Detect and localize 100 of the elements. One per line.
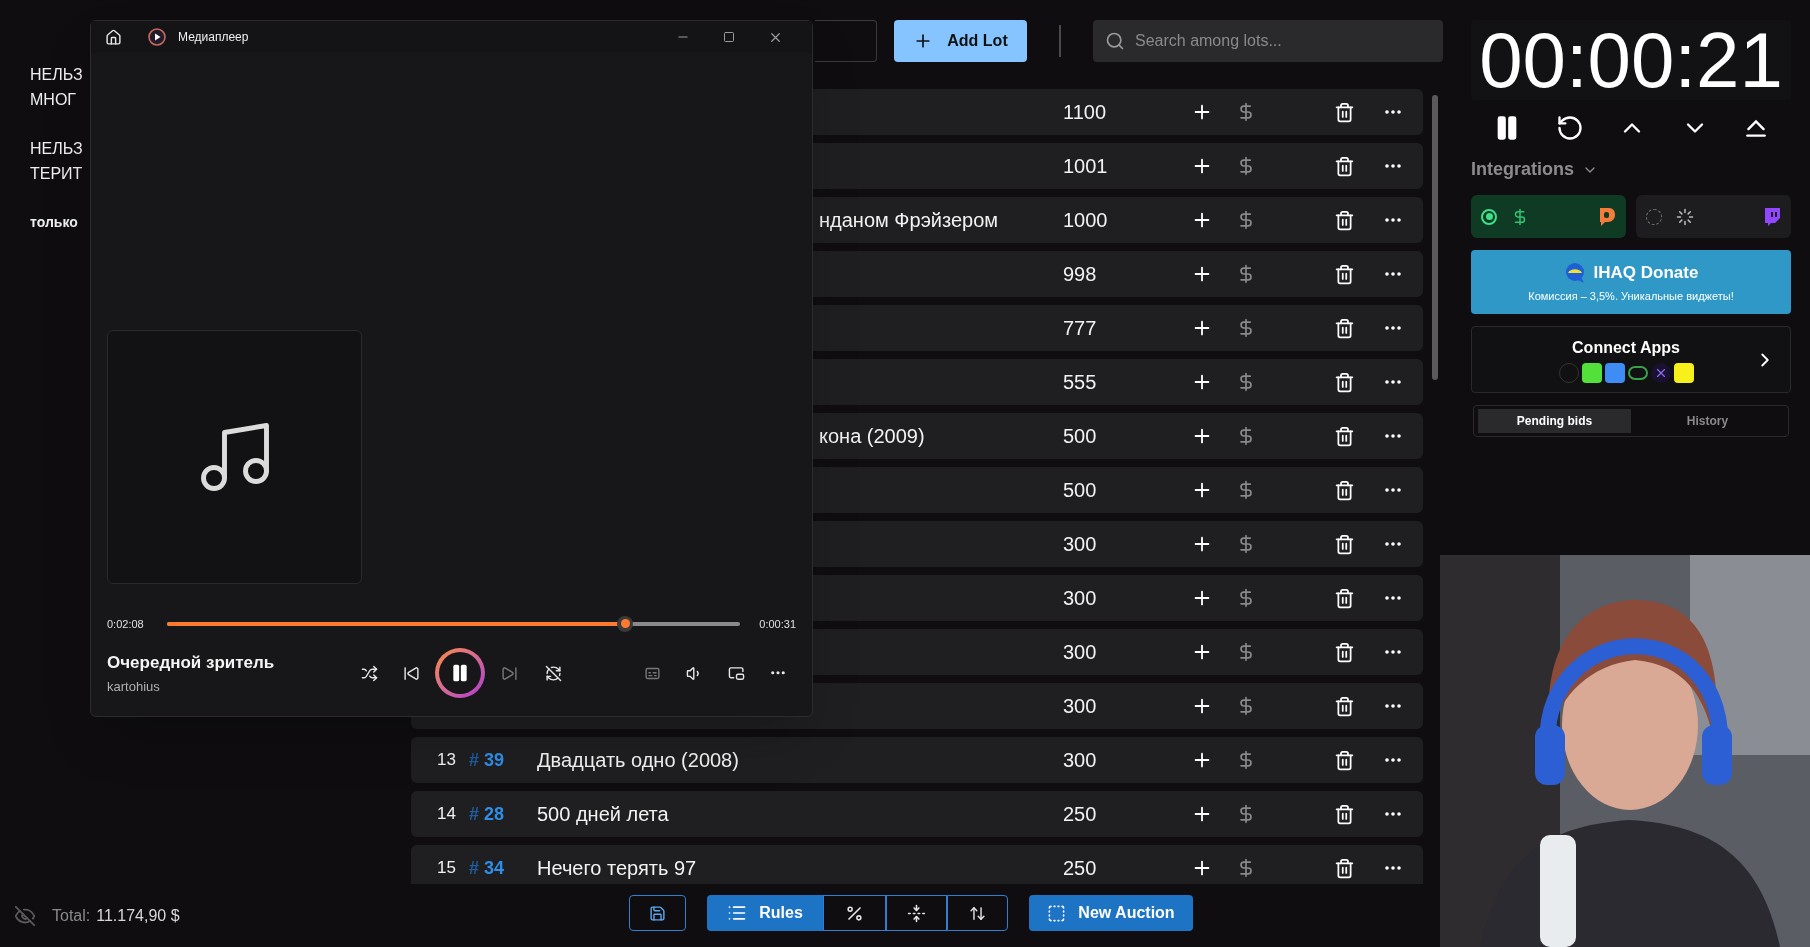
delete-button[interactable] [1334, 587, 1355, 609]
fold-button[interactable] [886, 895, 947, 931]
delete-button[interactable] [1334, 371, 1355, 393]
restart-button[interactable] [1555, 114, 1584, 142]
more-button[interactable] [1385, 704, 1401, 708]
delete-button[interactable] [1334, 263, 1355, 285]
add-lot-button[interactable]: Add Lot [894, 20, 1027, 62]
scrollbar[interactable] [1432, 95, 1438, 380]
progress-thumb[interactable] [617, 615, 634, 632]
lot-number: 14 [437, 804, 456, 824]
more-button[interactable] [1385, 110, 1401, 114]
delete-button[interactable] [1334, 857, 1355, 879]
app-logo-icon [1604, 363, 1625, 383]
more-icon [1385, 326, 1401, 330]
lot-amount: 500 [1063, 425, 1097, 447]
new-auction-button[interactable]: New Auction [1029, 895, 1193, 931]
search-field[interactable]: Search among lots... [1093, 20, 1443, 62]
more-icon [1385, 164, 1401, 168]
delete-button[interactable] [1334, 101, 1355, 123]
sort-button[interactable] [947, 895, 1008, 931]
donate-title: IHAQ Donate [1593, 262, 1699, 284]
tab[interactable]: Pending bids [1478, 409, 1631, 433]
trash-icon [1334, 101, 1355, 123]
more-button[interactable] [1385, 488, 1401, 492]
timer-display: 00:00:21 [1479, 21, 1783, 99]
trash-icon [1334, 749, 1355, 771]
rules-button[interactable]: Rules [707, 895, 823, 931]
maximize-icon [723, 31, 735, 43]
lot-id: # 28 [468, 803, 506, 824]
more-button[interactable] [1385, 542, 1401, 546]
progress-track[interactable] [167, 615, 740, 632]
app-logo-icon [1627, 366, 1648, 380]
elapsed-time: 0:02:08 [107, 616, 145, 632]
trash-icon [1334, 857, 1355, 879]
integrations-toggle[interactable]: Integrations [1471, 156, 1598, 183]
more-button[interactable] [1385, 650, 1401, 654]
artist-name: kartohius [107, 678, 161, 696]
delete-button[interactable] [1334, 155, 1355, 177]
lot-title: Нечего терять 97 [537, 856, 697, 881]
lot-amount: 1000 [1063, 209, 1108, 231]
lot-title: 500 дней лета [537, 802, 669, 827]
app-logo-icon [1558, 363, 1579, 383]
delete-button[interactable] [1334, 425, 1355, 447]
more-icon [1385, 218, 1401, 222]
delete-button[interactable] [1334, 641, 1355, 663]
shuffle-icon [360, 664, 378, 682]
more-icon [1385, 110, 1401, 114]
lot-amount: 555 [1063, 371, 1097, 393]
more-button[interactable] [1385, 380, 1401, 384]
connect-apps-card[interactable]: Connect Apps [1471, 326, 1791, 393]
tab[interactable]: History [1631, 409, 1784, 433]
search-icon [1105, 31, 1125, 51]
delete-button[interactable] [1334, 317, 1355, 339]
delete-button[interactable] [1334, 803, 1355, 825]
more-icon [1385, 434, 1401, 438]
more-icon [1385, 812, 1401, 816]
delete-button[interactable] [1334, 209, 1355, 231]
app-logo-icon [148, 28, 166, 46]
input-field[interactable] [815, 20, 877, 62]
integration-card[interactable] [1471, 195, 1626, 238]
home-icon[interactable] [105, 28, 122, 46]
more-icon [1385, 542, 1401, 546]
more-button[interactable] [1385, 272, 1401, 276]
fold-icon [907, 903, 926, 923]
donate-logo-icon [1563, 261, 1586, 284]
more-icon [771, 671, 785, 675]
delete-button[interactable] [1334, 533, 1355, 555]
lot-title: кона (2009) [819, 424, 925, 449]
more-button[interactable] [1385, 218, 1401, 222]
more-button[interactable] [1385, 164, 1401, 168]
lot-title: Двадцать одно (2008) [537, 748, 739, 773]
app-logo-icon [1581, 363, 1602, 383]
more-icon [1385, 866, 1401, 870]
lot-amount: 300 [1063, 587, 1097, 609]
save-button[interactable] [629, 895, 686, 931]
lot-amount: 300 [1063, 749, 1097, 771]
delete-button[interactable] [1334, 695, 1355, 717]
lot-id: # 39 [468, 749, 506, 770]
lot-amount: 250 [1063, 803, 1097, 825]
lot-amount: 300 [1063, 641, 1097, 663]
pause-button[interactable] [435, 648, 485, 698]
more-button[interactable] [1385, 596, 1401, 600]
remaining-time: 0:00:31 [758, 616, 796, 632]
donate-subtitle: Комиссия – 3,5%. Уникальные виджеты! [1528, 288, 1734, 304]
more-button[interactable] [1385, 758, 1401, 762]
hide-total-icon[interactable] [14, 905, 36, 927]
lot-number: 15 [437, 858, 456, 878]
more-button[interactable] [1385, 326, 1401, 330]
restart-icon [1555, 114, 1584, 142]
more-button[interactable] [1385, 812, 1401, 816]
integration-card[interactable] [1636, 195, 1791, 238]
percent-button[interactable] [823, 895, 886, 931]
more-button[interactable] [1385, 866, 1401, 870]
more-button[interactable] [1385, 434, 1401, 438]
trash-icon [1334, 317, 1355, 339]
donate-banner[interactable]: IHAQ Donate Комиссия – 3,5%. Уникальные виджеты! [1471, 250, 1791, 314]
delete-button[interactable] [1334, 749, 1355, 771]
delete-button[interactable] [1334, 479, 1355, 501]
next-icon [500, 664, 518, 682]
lot-id: # 34 [468, 857, 506, 878]
